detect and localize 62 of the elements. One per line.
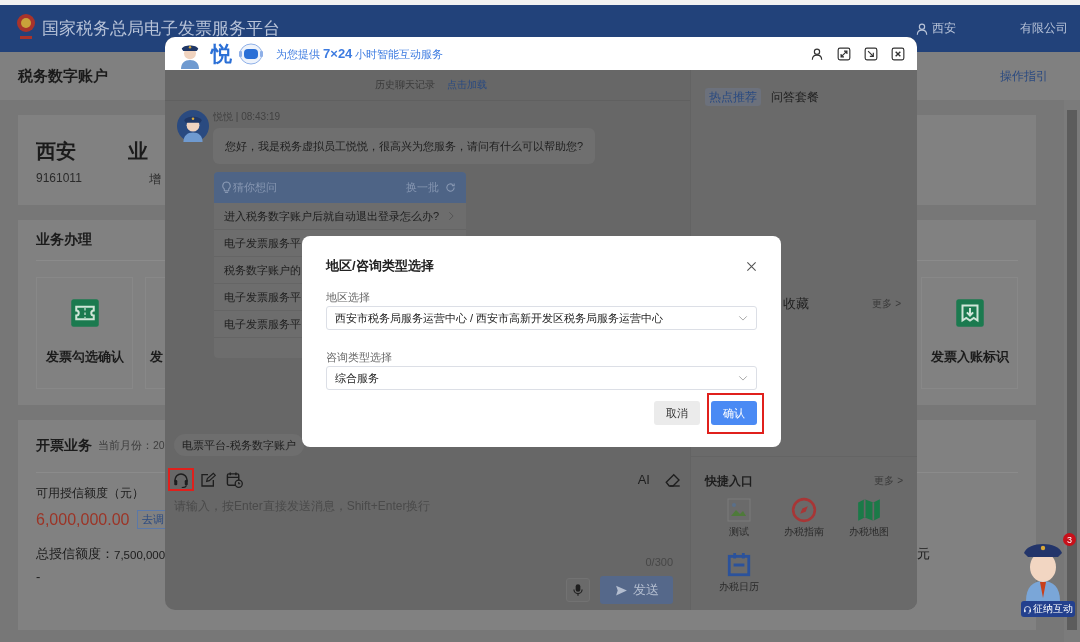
expand-icon[interactable] — [837, 46, 851, 61]
launcher-label[interactable]: 征纳互动 — [1021, 601, 1075, 617]
total-credit-label: 总授信额度： — [36, 546, 114, 563]
chevron-down-icon — [738, 313, 748, 323]
confirm-button[interactable]: 确认 — [711, 401, 757, 425]
tile-label: 发 — [150, 348, 163, 366]
total-credit-amount: 7,500,000 — [114, 548, 166, 561]
tile-label: 发票入账标识 — [930, 348, 1009, 366]
company-name-part: 业 — [128, 138, 148, 164]
close-button[interactable] — [746, 260, 757, 272]
select-field[interactable]: 综合服务 — [326, 366, 757, 390]
ai-label[interactable]: AI — [637, 472, 650, 487]
close-icon[interactable] — [891, 46, 905, 61]
section-title: 开票业务 — [36, 437, 92, 455]
microphone-button[interactable] — [566, 578, 590, 602]
shortcuts-title: 快捷入口 — [705, 472, 753, 490]
message-bubble: 您好，我是税务虚拟员工悦悦，很高兴为您服务，请问有什么可以帮助您? — [213, 128, 596, 164]
context-chip[interactable]: 电票平台-税务数字账户 — [174, 434, 304, 456]
field-label: 咨询类型选择 — [326, 350, 393, 364]
robot-logo-icon — [238, 42, 264, 65]
minimize-icon[interactable] — [864, 46, 878, 61]
unit-label: 元 — [917, 546, 930, 563]
service-tile[interactable]: 发票勾选确认 — [36, 277, 133, 389]
send-icon — [614, 583, 628, 597]
user-icon[interactable] — [915, 21, 929, 36]
current-month: 当前月份：20 — [98, 439, 165, 453]
field-label: 地区选择 — [326, 290, 371, 304]
microphone-icon — [571, 583, 585, 597]
scrollbar[interactable] — [1064, 100, 1080, 642]
company-name-part: 西安 — [36, 138, 76, 164]
section-title: 业务办理 — [36, 231, 92, 249]
ticket-icon — [69, 298, 100, 328]
service-tagline: 为您提供 7×24 小时智能互动服务 — [276, 45, 444, 62]
dialog-title: 地区/咨询类型选择 — [326, 257, 434, 275]
taxpayer-type: 增 — [148, 171, 161, 188]
assistant-name: 悦 — [211, 40, 232, 67]
chevron-down-icon — [738, 373, 748, 383]
shortcut-label[interactable]: 办税地图 — [848, 526, 889, 538]
user-icon[interactable] — [810, 46, 824, 61]
close-icon — [746, 260, 757, 272]
dash-text: - — [36, 569, 41, 584]
tax-id: 9161011 — [36, 171, 82, 187]
tile-label: 发票勾选确认 — [45, 348, 124, 366]
company-name-part: 有限公司 — [1020, 20, 1068, 37]
platform-title: 国家税务总局电子发票服务平台 — [42, 18, 280, 40]
select-field[interactable]: 西安市税务局服务运营中心 / 西安市高新开发区税务局服务运营中心 — [326, 306, 757, 330]
panel-tab[interactable]: 热点推荐 — [705, 88, 761, 106]
inbox-icon — [954, 298, 985, 328]
panel-tab[interactable]: 问答套餐 — [767, 88, 823, 106]
cancel-button[interactable]: 取消 — [654, 401, 700, 425]
service-tile[interactable]: 发票入账标识 — [921, 277, 1018, 389]
credit-amount: 6,000,000.00 — [36, 510, 130, 529]
company-name-part: 西安 — [932, 20, 956, 37]
refresh-icon[interactable] — [445, 182, 456, 193]
bulb-icon — [220, 181, 233, 194]
headset-icon — [1023, 604, 1032, 614]
assistant-avatar — [177, 110, 209, 142]
favorites-title: 收藏 — [783, 295, 809, 313]
guide-link[interactable]: 操作指引 — [1000, 67, 1048, 85]
credit-label: 可用授信额度（元） — [36, 485, 145, 502]
page-title: 税务数字账户 — [18, 66, 108, 86]
suggested-question[interactable]: 进入税务数字账户后就自动退出登录怎么办? — [214, 203, 466, 230]
